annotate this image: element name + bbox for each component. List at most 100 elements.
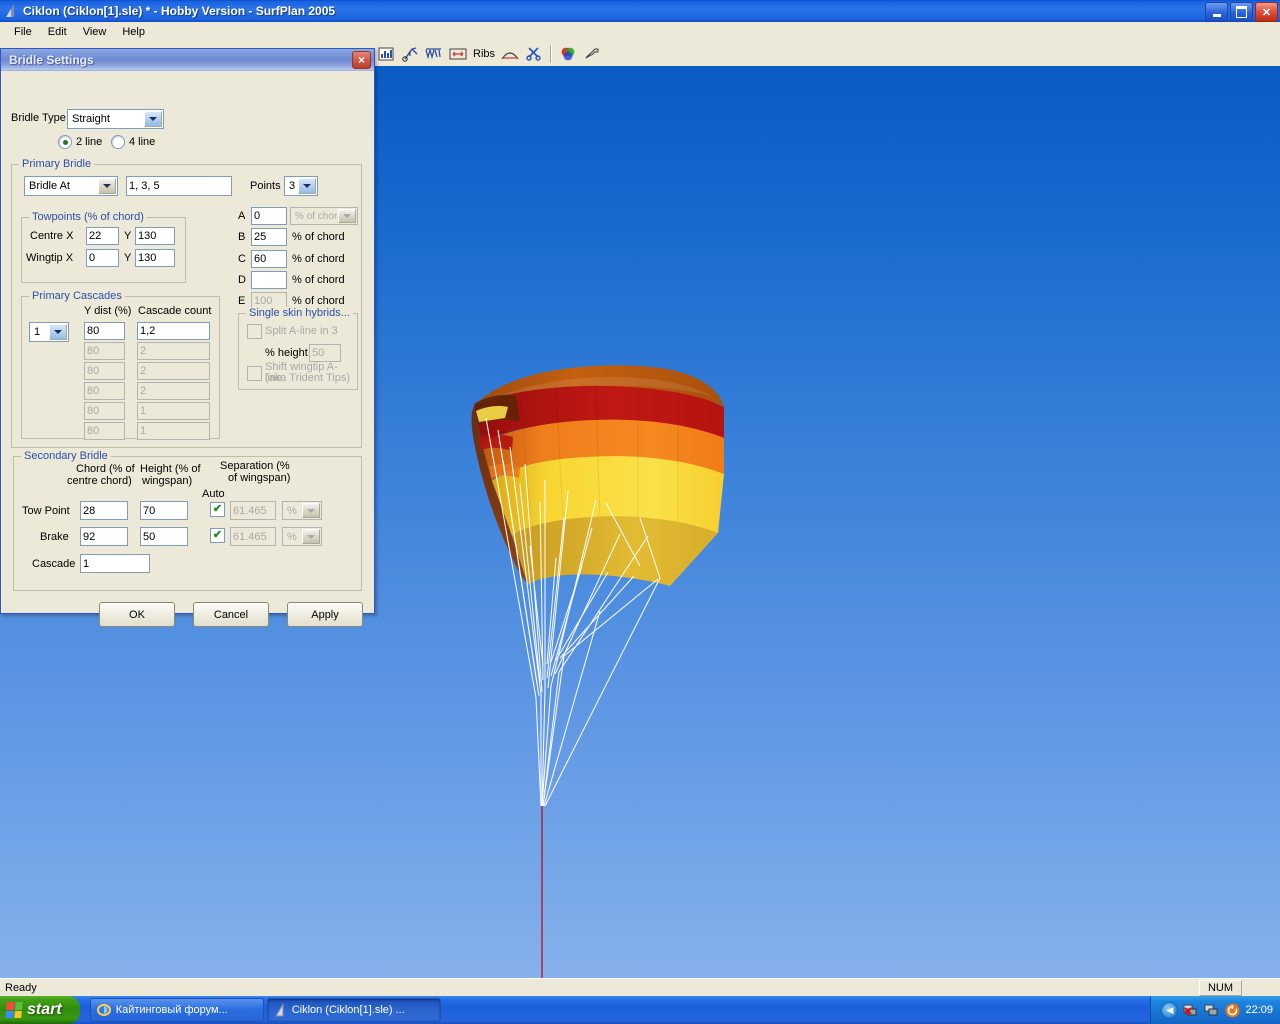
chord-row-key: D [238,274,246,286]
bridle-type-select[interactable]: Straight [67,109,164,129]
wingtip-x-input[interactable] [86,249,119,267]
tow-point-chord-input[interactable] [80,501,128,520]
chevron-down-icon [98,178,116,194]
radio-dot-icon [58,135,72,149]
brake-chord-input[interactable] [80,527,128,546]
menu-edit[interactable]: Edit [40,24,75,40]
shift-wingtip-a-line-checkbox[interactable] [247,366,262,381]
dialog-close-icon[interactable]: × [352,51,371,69]
radio-4-line[interactable]: 4 line [111,135,155,149]
cascade-count-column-header: Cascade count [138,305,211,317]
cascade-count-input-6 [137,422,210,440]
start-label: start [27,1001,62,1019]
start-button[interactable]: start [0,996,80,1024]
cascade-input[interactable] [80,554,150,573]
tools-icon[interactable] [580,43,604,65]
window-title: Ciklon (Ciklon[1].sle) * - Hobby Version… [23,4,335,18]
apply-button[interactable]: Apply [287,602,363,627]
primary-bridle-caption: Primary Bridle [19,158,94,170]
colour-icon[interactable] [556,43,580,65]
menu-help[interactable]: Help [114,24,153,40]
network-icon[interactable] [1204,1003,1220,1017]
ydist-column-header: Y dist (%) [84,305,131,317]
tow-point-unit-select[interactable]: % [282,501,322,520]
system-tray: ◀ 22:09 [1150,996,1280,1024]
cascade-selector-value: 1 [34,326,40,338]
chord-row-key: A [238,210,245,222]
centre-y-label: Y [124,230,131,242]
ok-button[interactable]: OK [99,602,175,627]
dialog-title: Bridle Settings [9,53,94,67]
ribs-icon[interactable]: Ribs [470,43,498,65]
tow-point-label: Tow Point [22,505,70,517]
tow-point-separation-input [230,501,276,520]
tow-point-auto-checkbox[interactable]: ✔ [210,502,225,517]
brake-unit-label: % [287,531,297,543]
brake-unit-select[interactable]: % [282,527,322,546]
taskbar-item-browser[interactable]: Кайтинговый форум... [90,998,264,1022]
points-value: 3 [289,180,295,192]
split-a-line-checkbox[interactable] [247,324,262,339]
cascade-count-input-3 [137,362,210,380]
tow-point-unit-label: % [287,505,297,517]
menu-file[interactable]: File [6,24,40,40]
chevron-down-icon [302,529,320,544]
arch-icon[interactable] [498,43,522,65]
windows-flag-icon [5,1002,22,1018]
towpoints-caption: Towpoints (% of chord) [29,211,147,223]
chevron-down-icon [144,111,162,127]
profile-icon[interactable] [422,43,446,65]
ie-icon [97,1003,111,1017]
chord-a-unit-label: % of chord [295,211,343,222]
chord-d-input[interactable] [251,271,287,289]
menubar: File Edit View Help [0,22,1280,42]
chord-col-header-line2: centre chord) [67,475,132,487]
chord-c-input[interactable] [251,250,287,268]
wingtip-y-input[interactable] [135,249,175,267]
updates-icon[interactable] [1225,1003,1240,1018]
towpoints-group: Towpoints (% of chord) Centre X Y Wingti… [21,217,186,283]
height-col-header-line1: Height (% of [140,463,201,475]
ydist-input-1[interactable] [84,322,125,340]
points-select[interactable]: 3 [284,176,318,196]
minimize-button[interactable] [1205,2,1228,22]
chevron-down-icon [298,178,316,194]
radio-2-line[interactable]: 2 line [58,135,102,149]
close-button[interactable]: ✕ [1255,2,1278,22]
chord-a-input[interactable] [251,207,287,225]
cascade-selector[interactable]: 1 [29,322,69,342]
bridle-at-points-input[interactable] [126,176,232,196]
bridle-type-label: Bridle Type [11,112,66,124]
chord-a-unit-select[interactable]: % of chord [290,207,358,225]
brake-height-input[interactable] [140,527,188,546]
taskbar-item-surfplan[interactable]: Ciklon (Ciklon[1].sle) ... [267,998,441,1022]
brake-separation-input [230,527,276,546]
centre-y-input[interactable] [135,227,175,245]
cancel-button[interactable]: Cancel [193,602,269,627]
ydist-input-4 [84,382,125,400]
span-icon[interactable] [446,43,470,65]
wingtip-y-label: Y [124,252,131,264]
chord-d-unit-label: % of chord [292,274,345,286]
height-col-header-line2: wingspan) [142,475,192,487]
menu-view[interactable]: View [75,24,115,40]
maximize-button[interactable] [1230,2,1253,22]
taskbar-item-label: Ciklon (Ciklon[1].sle) ... [292,1004,405,1016]
cascade-count-input-1[interactable] [137,322,210,340]
wingtip-x-label: Wingtip X [26,252,73,264]
surfplan-icon [274,1003,287,1017]
ydist-input-6 [84,422,125,440]
bridle-at-select[interactable]: Bridle At [24,176,118,196]
chord-b-input[interactable] [251,228,287,246]
dialog-body: Bridle Type Straight 2 line 4 line Prima… [1,71,374,613]
network-disconnected-icon[interactable] [1183,1003,1199,1017]
show-hidden-icons-icon[interactable]: ◀ [1161,1002,1178,1019]
dialog-titlebar: Bridle Settings × [1,49,374,71]
brake-auto-checkbox[interactable]: ✔ [210,528,225,543]
plot-icon[interactable] [374,43,398,65]
centre-x-input[interactable] [86,227,119,245]
tow-point-height-input[interactable] [140,501,188,520]
anchor-icon[interactable] [398,43,422,65]
scissors-icon[interactable] [522,43,546,65]
split-a-line-label: Split A-line in 3 [265,325,338,337]
